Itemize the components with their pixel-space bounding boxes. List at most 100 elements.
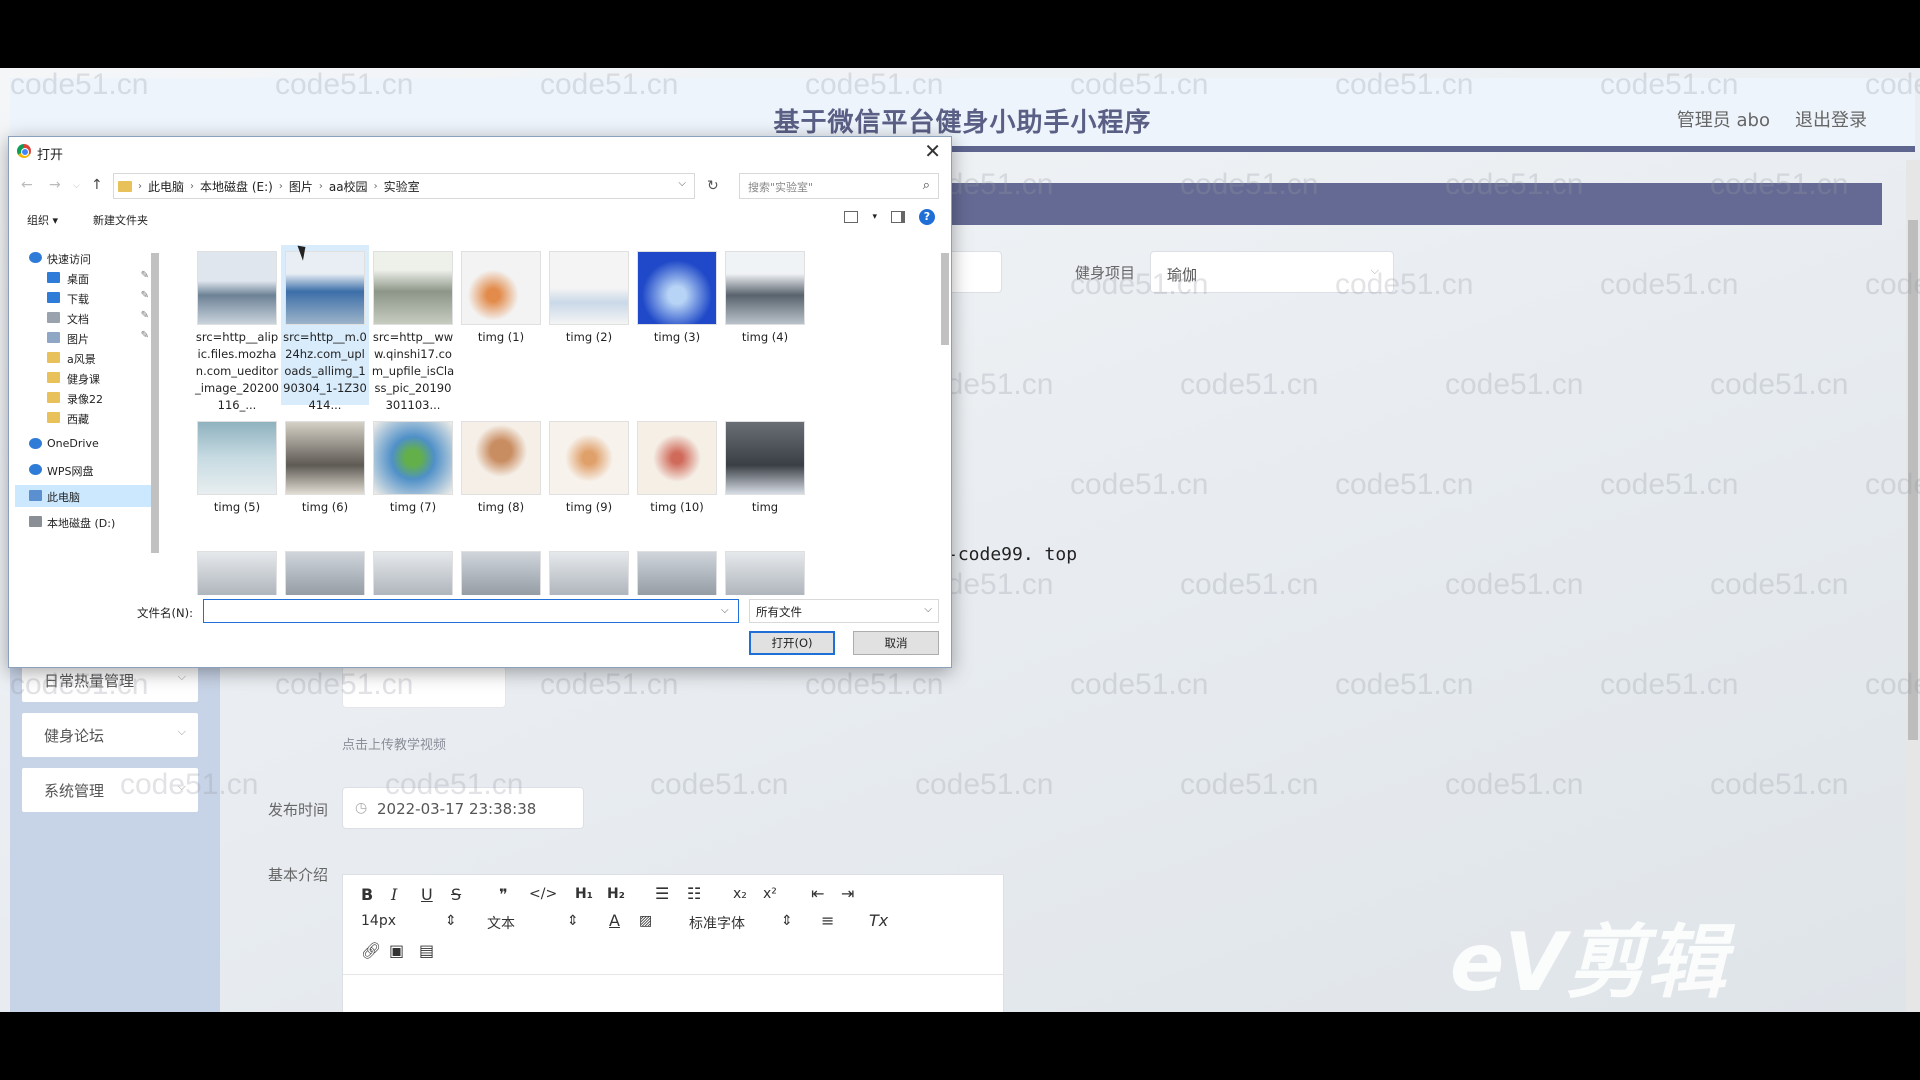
ordered-list-icon[interactable]: ☰ <box>655 884 669 903</box>
up-icon[interactable]: ↑ <box>91 177 103 193</box>
scroll-thumb[interactable] <box>1908 220 1918 740</box>
tree-item[interactable]: 快速访问 <box>15 247 155 269</box>
file-item[interactable]: timg (2) <box>545 245 633 405</box>
video-icon[interactable]: ▤ <box>419 941 434 960</box>
help-icon[interactable]: ? <box>919 209 935 225</box>
file-item[interactable]: timg (4) <box>721 245 809 405</box>
rich-text-editor[interactable]: B I U S ❞ </> H₁ H₂ ☰ ☷ x₂ x² ⇤ ⇥ 14px ⇕… <box>342 874 1004 1012</box>
sidebar-item-forum[interactable]: 健身论坛 ⌵ <box>22 713 198 757</box>
file-item[interactable]: timg (8) <box>457 415 545 523</box>
forward-icon[interactable]: → <box>49 177 61 193</box>
underline-icon[interactable]: U <box>421 885 433 904</box>
tree-item[interactable]: OneDrive <box>15 433 155 455</box>
tree-item[interactable]: 此电脑 <box>15 485 155 507</box>
breadcrumb-item[interactable]: 图片 <box>289 178 313 195</box>
file-item[interactable] <box>545 545 633 595</box>
file-item[interactable]: src=http__alipic.files.mozhan.com_uedito… <box>193 245 281 412</box>
filename-input[interactable] <box>203 599 739 623</box>
view-mode-icon[interactable] <box>844 211 859 223</box>
tree-scrollbar[interactable] <box>149 241 161 591</box>
link-icon[interactable]: 🔗︎ <box>361 941 381 960</box>
video-upload-box[interactable] <box>342 666 506 708</box>
chevron-down-icon: ⌵ <box>177 725 186 738</box>
file-type-select[interactable]: 所有文件 ⌵ <box>749 599 939 623</box>
file-item[interactable]: timg (9) <box>545 415 633 523</box>
breadcrumb-item[interactable]: 此电脑 <box>148 178 184 195</box>
separator-icon: › <box>138 180 142 192</box>
indent-icon[interactable]: ⇥ <box>841 884 854 903</box>
file-item[interactable]: timg (1) <box>457 245 545 405</box>
file-item[interactable]: timg (5) <box>193 415 281 523</box>
text-style-select[interactable]: 文本 <box>487 913 515 933</box>
chevron-down-icon[interactable]: ▾ <box>872 212 877 222</box>
scroll-thumb[interactable] <box>941 253 949 345</box>
font-family-select[interactable]: 标准字体 <box>689 913 745 933</box>
file-item[interactable]: timg (10) <box>633 415 721 523</box>
superscript-icon[interactable]: x² <box>763 886 777 902</box>
page-scrollbar[interactable] <box>1906 160 1920 1012</box>
tree-item[interactable]: a风景 <box>15 347 155 369</box>
back-icon[interactable]: ← <box>21 177 33 193</box>
publish-date-input[interactable]: ◷ 2022-03-17 23:38:38 <box>342 787 584 829</box>
subscript-icon[interactable]: x₂ <box>733 886 747 902</box>
tree-item[interactable]: 健身课 <box>15 367 155 389</box>
tree-item[interactable]: 西藏 <box>15 407 155 429</box>
breadcrumb-item[interactable]: 本地磁盘 (E:) <box>200 178 273 195</box>
file-item[interactable] <box>193 545 281 595</box>
font-size-select[interactable]: 14px <box>361 913 396 929</box>
tree-item[interactable]: 文档 ✎ <box>15 307 155 329</box>
dialog-titlebar[interactable]: 打开 ✕ <box>9 137 951 165</box>
outdent-icon[interactable]: ⇤ <box>811 884 824 903</box>
clear-format-icon[interactable]: Tx <box>869 911 888 930</box>
breadcrumb-item[interactable]: aa校园 <box>329 178 368 195</box>
tree-item[interactable]: 录像22 <box>15 387 155 409</box>
code-icon[interactable]: </> <box>529 886 557 902</box>
refresh-icon[interactable]: ↻ <box>707 178 719 194</box>
file-item[interactable] <box>721 545 809 595</box>
file-item[interactable] <box>633 545 721 595</box>
logout-link[interactable]: 退出登录 <box>1795 106 1867 132</box>
address-bar[interactable]: › 此电脑 › 本地磁盘 (E:) › 图片 › aa校园 › 实验室 ⌵ <box>113 173 695 199</box>
tree-item[interactable]: WPS网盘 <box>15 459 155 481</box>
close-icon[interactable]: ✕ <box>924 139 941 163</box>
font-color-icon[interactable]: A <box>609 911 620 930</box>
project-select[interactable]: 瑜伽 ⌵ <box>1150 251 1394 293</box>
blockquote-icon[interactable]: ❞ <box>499 885 508 904</box>
file-item[interactable] <box>457 545 545 595</box>
bullet-list-icon[interactable]: ☷ <box>687 884 701 903</box>
tree-item[interactable]: 本地磁盘 (D:) <box>15 511 155 533</box>
cancel-button[interactable]: 取消 <box>853 631 939 655</box>
tree-item[interactable]: 桌面 ✎ <box>15 267 155 289</box>
tree-item[interactable]: 图片 ✎ <box>15 327 155 349</box>
scroll-thumb[interactable] <box>151 253 159 553</box>
sidebar-item-system[interactable]: 系统管理 ⌵ <box>22 768 198 812</box>
recent-dropdown-icon[interactable]: ⌵ <box>73 181 80 191</box>
bold-icon[interactable]: B <box>361 885 373 904</box>
file-item[interactable] <box>369 545 457 595</box>
upload-hint: 点击上传教学视频 <box>342 738 447 753</box>
search-input[interactable]: 搜索"实验室" ⌕ <box>739 173 939 199</box>
grid-scrollbar[interactable] <box>939 241 951 591</box>
file-item[interactable] <box>281 545 369 595</box>
heading2-icon[interactable]: H₂ <box>607 886 625 902</box>
open-button[interactable]: 打开(O) <box>749 631 835 655</box>
tree-item[interactable]: 下载 ✎ <box>15 287 155 309</box>
file-item[interactable]: src=http__m.024hz.com_uploads_allimg_190… <box>281 245 369 412</box>
file-item[interactable]: timg (7) <box>369 415 457 523</box>
italic-icon[interactable]: I <box>391 885 397 904</box>
organize-button[interactable]: 组织 ▾ <box>27 212 58 228</box>
image-icon[interactable]: ▣ <box>389 941 404 960</box>
new-folder-button[interactable]: 新建文件夹 <box>93 212 148 228</box>
file-item[interactable]: src=http__www.qinshi17.com_upfile_isClas… <box>369 245 457 412</box>
file-item[interactable]: timg (3) <box>633 245 721 405</box>
file-item[interactable]: timg <box>721 415 809 523</box>
align-icon[interactable]: ≡ <box>821 911 834 930</box>
preview-pane-icon[interactable] <box>891 211 905 223</box>
file-item[interactable]: timg (6) <box>281 415 369 523</box>
chevron-down-icon[interactable]: ⌵ <box>721 605 729 616</box>
heading1-icon[interactable]: H₁ <box>575 886 593 902</box>
strikethrough-icon[interactable]: S <box>451 885 461 904</box>
chevron-down-icon[interactable]: ⌵ <box>678 178 686 189</box>
breadcrumb-item[interactable]: 实验室 <box>384 178 420 195</box>
background-color-icon[interactable]: ▨ <box>639 913 652 929</box>
